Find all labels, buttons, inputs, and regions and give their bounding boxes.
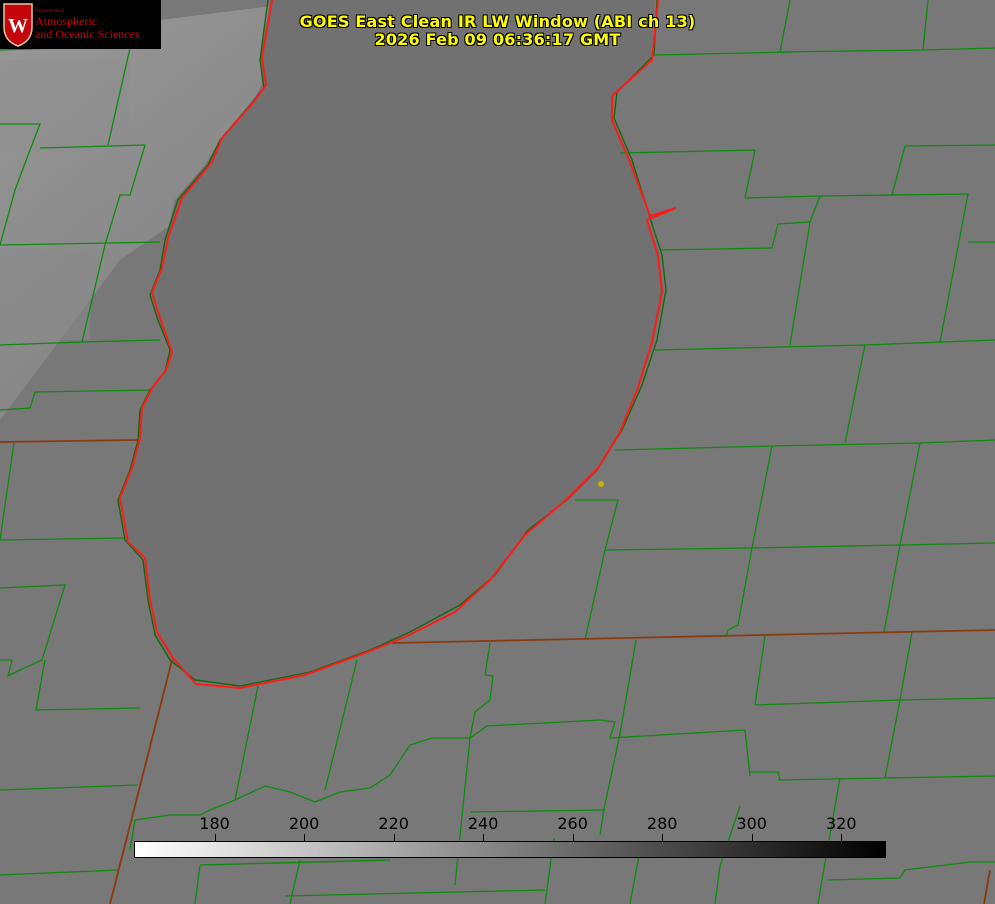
crest-letter: W [8,15,28,37]
station-marker [598,481,604,487]
uw-crest-icon: W [3,3,33,47]
colorbar-tick-mark [662,834,664,841]
colorbar-tick-mark [393,834,395,841]
colorbar-tick-label: 200 [288,814,320,833]
logo-line2: and Oceanic Sciences [35,27,140,41]
colorbar-tick-mark [214,834,216,841]
image-timestamp: 2026 Feb 09 06:36:17 GMT [374,30,621,49]
colorbar-tick-mark [304,834,306,841]
image-title: GOES East Clean IR LW Window (ABI ch 13) [299,12,696,31]
colorbar-tick-label: 300 [736,814,767,833]
colorbar-tick-mark [841,834,843,841]
colorbar-tick-label: 260 [557,814,588,833]
colorbar-tick-label: 320 [825,814,857,833]
satellite-map [0,0,995,904]
colorbar-tick-mark [572,834,574,841]
colorbar-tick-label: 280 [646,814,678,833]
colorbar-tick-label: 180 [199,814,230,833]
colorbar-tick-label: 220 [378,814,409,833]
colorbar-tick-label: 240 [467,814,499,833]
colorbar-tick-mark [483,834,485,841]
uw-aos-logo: W Department of Atmospheric and Oceanic … [0,0,161,49]
colorbar-tick-mark [751,834,753,841]
colorbar-gradient [134,841,886,858]
logo-text: Department of Atmospheric and Oceanic Sc… [35,9,159,41]
